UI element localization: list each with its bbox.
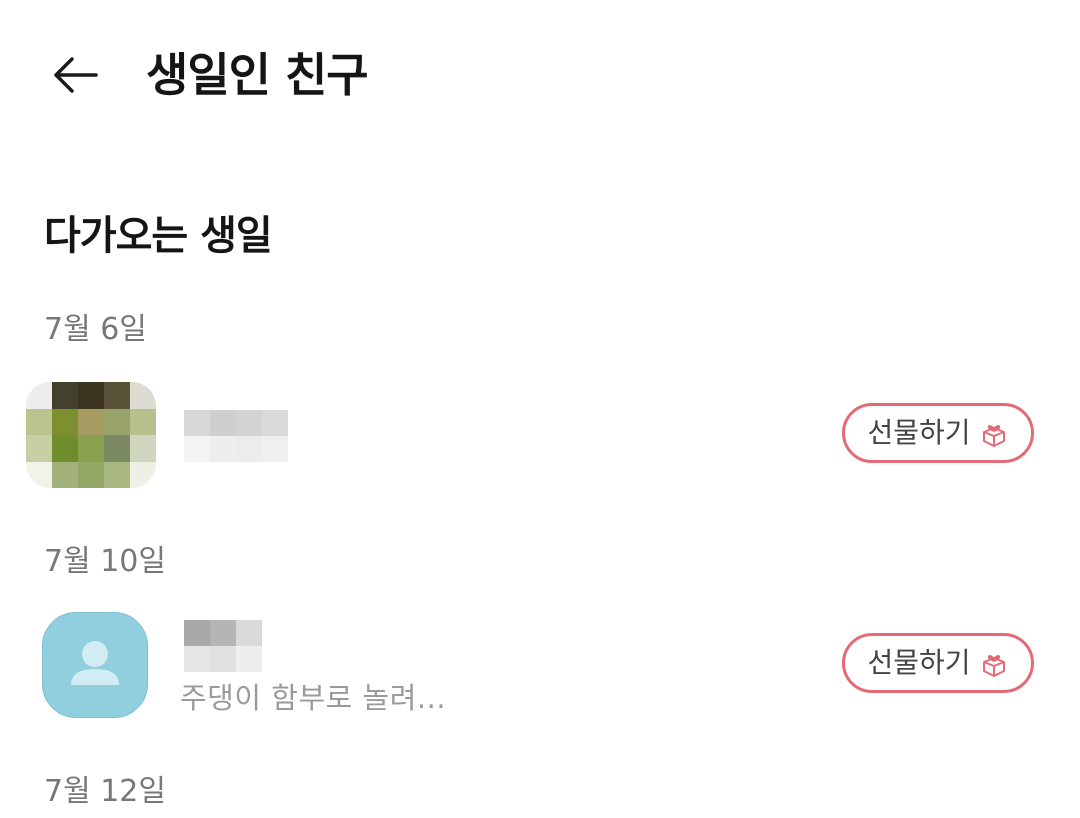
friend-status-message: 주댕이 함부로 놀려...	[180, 681, 447, 715]
gift-button[interactable]: 선물하기	[842, 403, 1034, 463]
date-label: 7월 6일	[44, 312, 147, 347]
person-icon	[71, 641, 119, 685]
gift-box-heart-icon	[982, 655, 1005, 677]
section-title: 다가오는 생일	[44, 213, 273, 259]
app-header: 생일인 친구	[0, 0, 1080, 150]
date-label: 7월 10일	[44, 544, 166, 579]
arrow-left-icon	[54, 57, 98, 93]
friend-name-blurred	[184, 410, 288, 462]
date-label: 7월 12일	[44, 774, 166, 809]
page-title: 생일인 친구	[146, 48, 369, 102]
gift-button[interactable]: 선물하기	[842, 633, 1034, 693]
friend-name-blurred	[184, 620, 262, 672]
friend-row[interactable]: 주댕이 함부로 놀려... 선물하기	[0, 612, 1080, 732]
avatar[interactable]	[42, 612, 148, 718]
friend-row[interactable]: 선물하기	[0, 382, 1080, 502]
gift-box-heart-icon	[982, 425, 1005, 447]
avatar[interactable]	[26, 382, 156, 488]
back-button[interactable]	[44, 48, 104, 102]
gift-button-label: 선물하기	[867, 416, 971, 449]
gift-button-label: 선물하기	[867, 646, 971, 679]
